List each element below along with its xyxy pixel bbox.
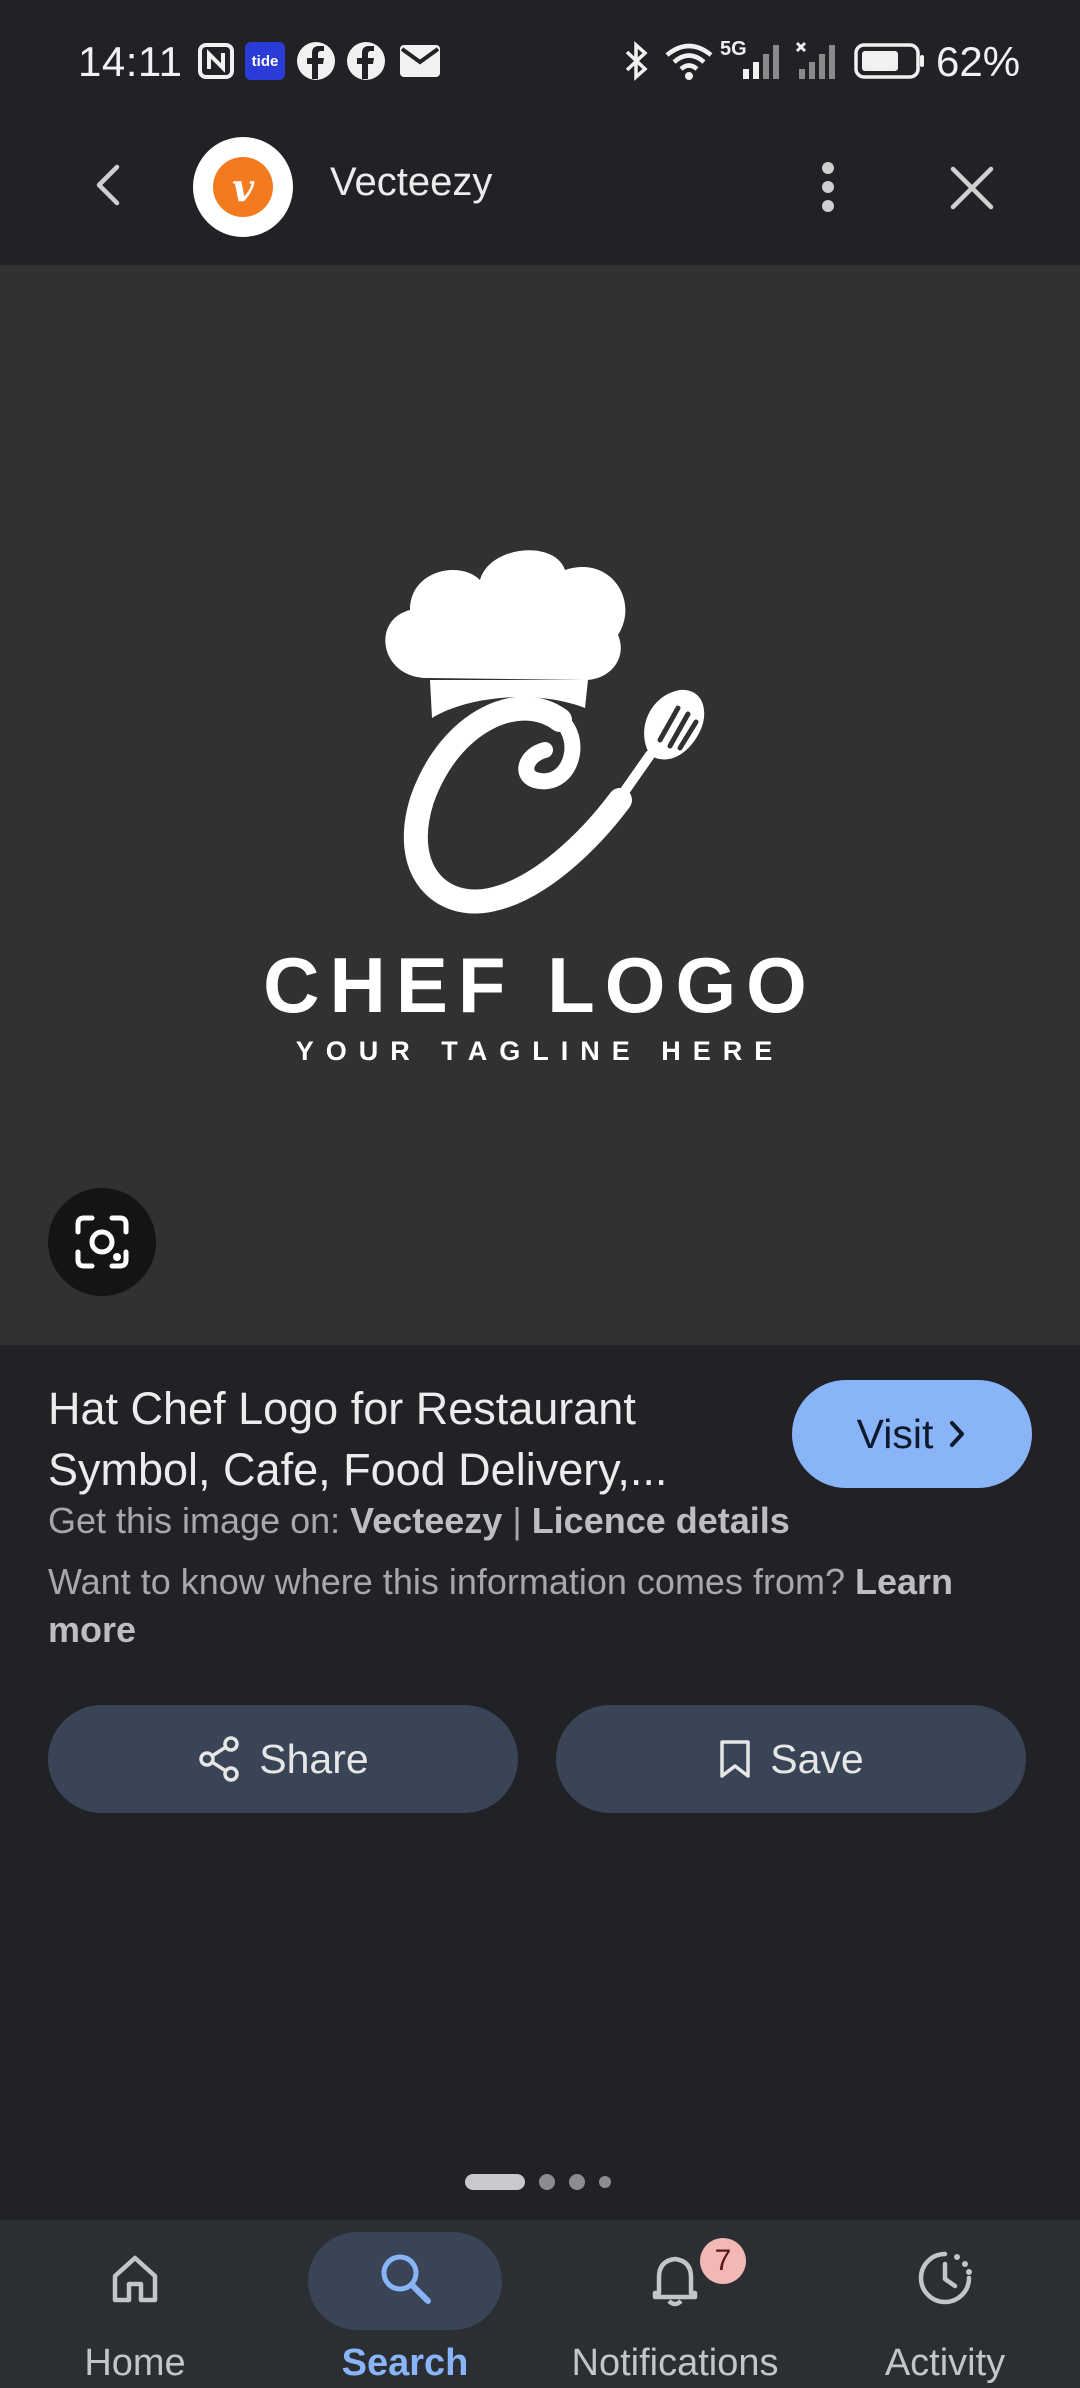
mail-icon (398, 40, 442, 82)
share-button[interactable]: Share (48, 1705, 518, 1813)
nav-search-label: Search (341, 2342, 469, 2384)
vecteezy-logo-icon: v (213, 157, 273, 217)
info-text: Want to know where this information come… (48, 1561, 845, 1602)
share-label: Share (259, 1735, 369, 1782)
site-name[interactable]: Vecteezy (330, 160, 492, 205)
signal-icon (740, 40, 786, 82)
facebook-icon (296, 40, 336, 82)
save-button[interactable]: Save (556, 1705, 1026, 1813)
page-dot (569, 2174, 585, 2190)
nav-search[interactable]: Search (270, 2220, 540, 2388)
source-link[interactable]: Vecteezy (350, 1500, 502, 1541)
visit-button[interactable]: Visit (792, 1380, 1032, 1488)
visit-label: Visit (856, 1410, 934, 1457)
page-dot (539, 2174, 555, 2190)
nav-notifications[interactable]: 7 Notifications (540, 2220, 810, 2388)
nav-activity-label: Activity (884, 2342, 1006, 2384)
home-icon (112, 2255, 158, 2303)
more-vert-icon[interactable] (808, 155, 848, 219)
page-dot-active (465, 2174, 525, 2190)
top-app-bar (0, 125, 1080, 265)
related-results-area (18, 1878, 1062, 2168)
nav-activity[interactable]: Activity (810, 2220, 1080, 2388)
source-prefix: Get this image on: (48, 1500, 341, 1541)
source-line: Get this image on: Vecteezy | Licence de… (48, 1500, 790, 1542)
nav-notifications-label: Notifications (571, 2342, 779, 2384)
search-icon (381, 2254, 431, 2304)
wifi-icon (662, 40, 716, 82)
nfc-icon (196, 40, 236, 82)
share-icon (199, 1736, 240, 1782)
nav-home[interactable]: Home (0, 2220, 270, 2388)
battery-percent: 62% (936, 38, 1021, 85)
result-title: Hat Chef Logo for Restaurant Symbol, Caf… (48, 1383, 668, 1495)
chef-hat-logo-graphic (360, 540, 720, 920)
licence-details-link[interactable]: Licence details (532, 1500, 790, 1541)
source-separator: | (512, 1500, 522, 1541)
logo-title-text: CHEF LOGO (263, 941, 817, 1029)
chevron-right-icon (950, 1421, 965, 1447)
tide-label: tide (245, 42, 285, 80)
google-lens-button[interactable] (48, 1188, 156, 1296)
page-indicator (465, 2170, 611, 2194)
tide-app-icon: tide (244, 40, 286, 82)
bell-icon (652, 2256, 698, 2307)
back-arrow-icon[interactable] (78, 155, 138, 215)
site-avatar[interactable]: v (193, 137, 293, 237)
bookmark-icon (720, 1740, 751, 1778)
battery-icon (854, 40, 926, 82)
logo-tagline-text: YOUR TAGLINE HERE (295, 1036, 785, 1066)
status-time: 14:11 (78, 38, 183, 85)
google-lens-icon (75, 1215, 129, 1269)
info-line: Want to know where this information come… (48, 1558, 1038, 1654)
notification-badge: 7 (700, 2238, 746, 2284)
close-icon[interactable] (944, 160, 1000, 216)
page-dot (599, 2176, 611, 2188)
bluetooth-icon (618, 40, 654, 82)
activity-icon (918, 2251, 972, 2305)
signal-x-icon (794, 40, 840, 82)
nav-home-label: Home (84, 2342, 186, 2384)
save-label: Save (770, 1735, 864, 1782)
facebook-icon (346, 40, 386, 82)
